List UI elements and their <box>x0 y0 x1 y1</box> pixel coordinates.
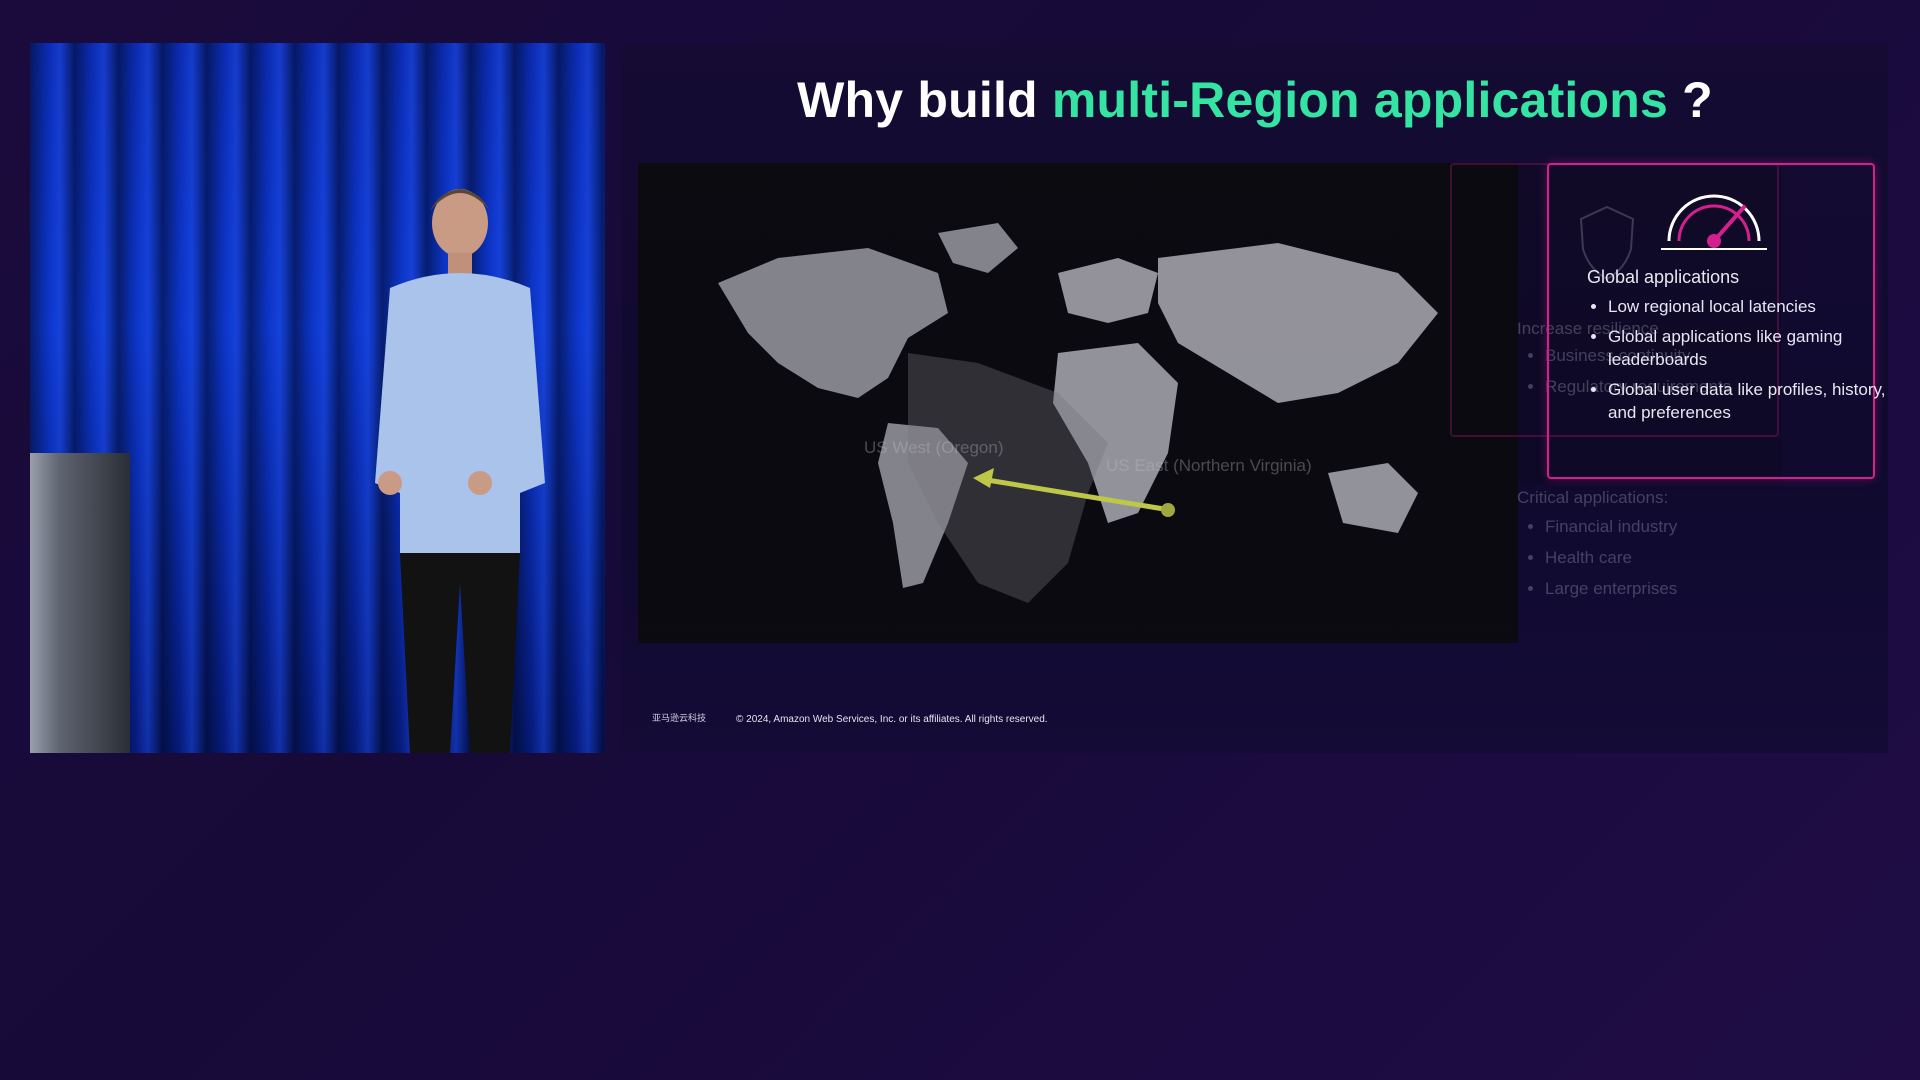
aws-logo: 亚马逊云科技 <box>652 713 707 723</box>
card-bullet: Global user data like profiles, history,… <box>1608 378 1888 424</box>
ghost-bottom-item: Health care <box>1545 542 1677 573</box>
card-bullet: Global applications like gaming leaderbo… <box>1608 325 1888 371</box>
ghost-list-bottom: Financial industry Health care Large ent… <box>1517 511 1677 604</box>
ghost-bottom-item: Financial industry <box>1545 511 1677 542</box>
map-label-east: US East (Northern Virginia) <box>1106 456 1312 475</box>
podium-edge <box>30 453 130 753</box>
card-bullet-list: Low regional local latencies Global appl… <box>1584 295 1888 431</box>
speedometer-icon <box>1661 194 1767 250</box>
card-title: Global applications <box>1587 267 1740 287</box>
footer-copyright: © 2024, Amazon Web Services, Inc. or its… <box>736 714 1048 725</box>
world-map: US West (Oregon) US East (Northern Virgi… <box>638 163 1518 643</box>
card-bullet: Low regional local latencies <box>1608 295 1888 318</box>
presentation-slide: Why build multi-Region applications ? US… <box>622 43 1888 753</box>
speaker-video <box>30 43 605 753</box>
title-highlight: multi-Region applications <box>1051 72 1669 128</box>
map-label-west: US West (Oregon) <box>864 438 1004 457</box>
speaker-figure <box>375 189 545 753</box>
title-prefix: Why build <box>797 72 1052 128</box>
ghost-bottom-item: Large enterprises <box>1545 573 1677 604</box>
world-map-graphic <box>718 223 1438 603</box>
title-suffix: ? <box>1668 72 1713 128</box>
slide-title: Why build multi-Region applications ? <box>622 71 1888 129</box>
ghost-title-bottom: Critical applications: <box>1517 488 1669 507</box>
